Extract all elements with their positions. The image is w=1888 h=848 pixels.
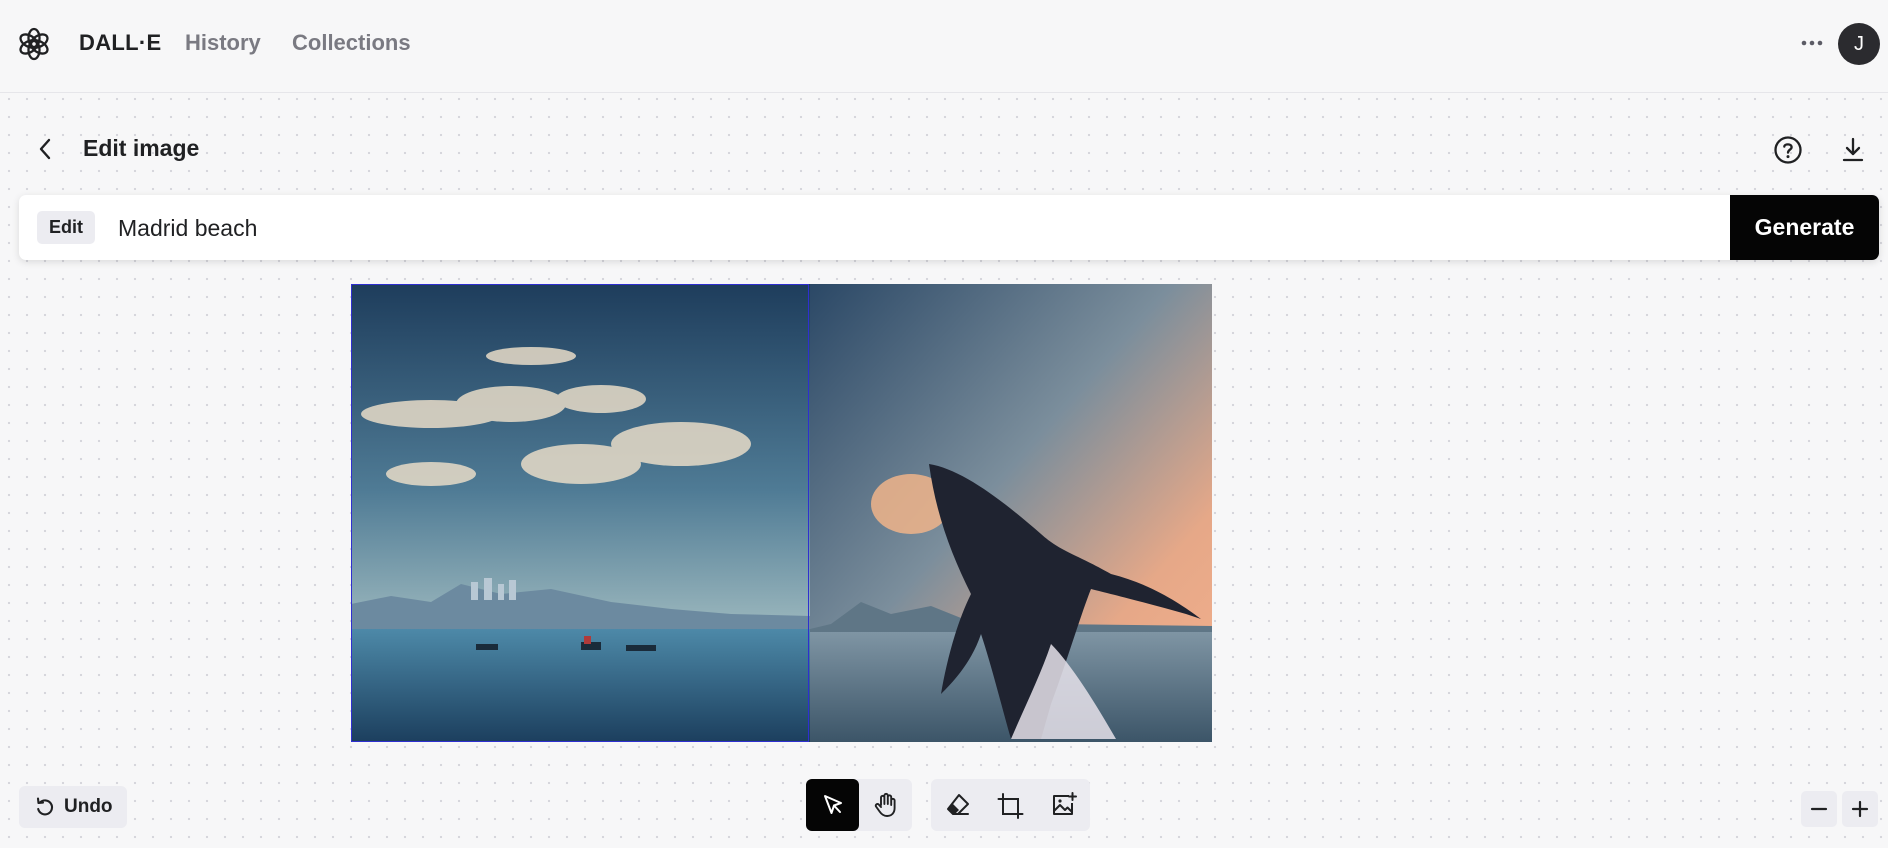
eraser-tool-button[interactable] [931, 779, 984, 831]
image-plus-icon [1052, 792, 1077, 815]
eraser-icon [946, 794, 969, 815]
nav-collections[interactable]: Collections [292, 30, 411, 56]
zoom-out-button[interactable] [1801, 791, 1837, 827]
help-circle-icon[interactable] [1772, 134, 1804, 166]
openai-logo-icon[interactable] [17, 27, 51, 61]
minus-icon [1810, 807, 1828, 811]
undo-button[interactable]: Undo [19, 786, 127, 828]
undo-label: Undo [64, 796, 113, 817]
edit-mode-chip: Edit [37, 211, 95, 244]
add-frame-tool-button[interactable] [984, 779, 1037, 831]
plus-icon [1851, 800, 1869, 818]
pointer-icon [823, 795, 842, 814]
undo-icon [36, 797, 54, 816]
editing-tools [931, 779, 1090, 831]
user-avatar[interactable]: J [1838, 23, 1880, 65]
more-options-button[interactable] [1795, 28, 1829, 58]
page-title: Edit image [83, 135, 200, 161]
hand-icon [874, 792, 896, 817]
top-bar: DALL·E History Collections J [0, 0, 1888, 93]
generate-button[interactable]: Generate [1730, 195, 1879, 260]
prompt-input[interactable] [116, 207, 1720, 249]
prompt-bar: Edit Generate [19, 195, 1879, 260]
add-frame-icon [997, 793, 1023, 819]
back-button[interactable] [30, 132, 60, 166]
brand-link[interactable]: DALL·E [79, 30, 161, 56]
select-tool-button[interactable] [806, 779, 859, 831]
navigation-tools [806, 779, 912, 831]
pan-tool-button[interactable] [859, 779, 912, 831]
upload-image-tool-button[interactable] [1037, 779, 1090, 831]
chevron-left-icon [39, 138, 51, 160]
nav-history[interactable]: History [185, 30, 261, 56]
download-icon[interactable] [1837, 134, 1869, 166]
zoom-in-button[interactable] [1842, 791, 1878, 827]
generation-frame[interactable] [351, 284, 809, 742]
more-horizontal-icon [1801, 40, 1823, 46]
